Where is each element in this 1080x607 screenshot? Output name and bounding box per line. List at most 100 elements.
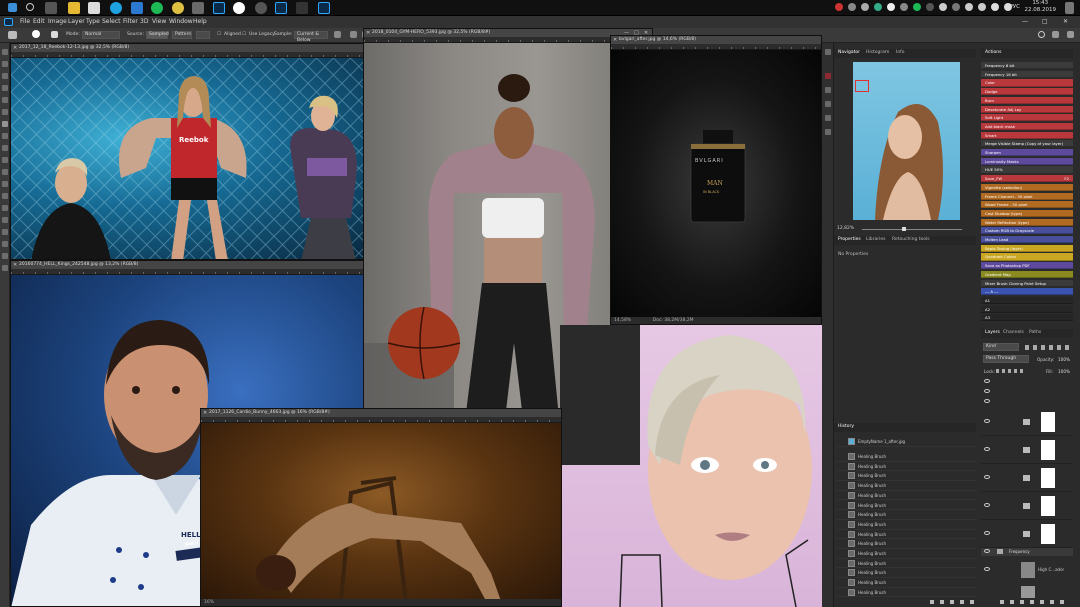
menu-filter[interactable]: Filter — [123, 18, 138, 25]
layer-row-small[interactable] — [981, 398, 1073, 406]
dodge-tool-icon[interactable] — [2, 193, 8, 199]
clone-stamp-tool-icon[interactable] — [2, 145, 8, 151]
tray-icon[interactable] — [887, 3, 895, 11]
layer-row-sublayer[interactable]: High C...ader — [981, 560, 1073, 580]
chrome-icon[interactable] — [172, 2, 184, 14]
skype-icon[interactable] — [110, 2, 122, 14]
hand-tool-icon[interactable] — [2, 253, 8, 259]
document-window-reebok[interactable]: 2017_12_18_Reebok-12-13.jpg @ 32,5% (RGB… — [10, 43, 388, 260]
menu-window[interactable]: Window — [169, 18, 193, 25]
tray-icon[interactable] — [926, 3, 934, 11]
close-document-icon[interactable]: ✕ — [203, 410, 207, 416]
menu-layer[interactable]: Layer — [68, 18, 85, 25]
tray-icon[interactable] — [835, 3, 843, 11]
tray-icon[interactable] — [939, 3, 947, 11]
tab-retouching-tools[interactable]: Retouching tools — [892, 237, 930, 242]
volume-icon[interactable] — [991, 3, 999, 11]
visibility-eye-icon[interactable] — [984, 389, 990, 393]
action-item[interactable]: Luminosity Masks — [981, 157, 1073, 165]
layer-row[interactable] — [981, 409, 1073, 436]
move-tool-icon[interactable] — [2, 49, 8, 55]
tray-icon[interactable] — [900, 3, 908, 11]
action-item[interactable]: --- A --- — [981, 288, 1073, 296]
zoom-tool-icon[interactable] — [2, 265, 8, 271]
action-item[interactable]: Custom RGB to Grayscale — [981, 227, 1073, 235]
menu-view[interactable]: View — [152, 18, 166, 25]
menu-image[interactable]: Image — [48, 18, 67, 25]
brush-preset-icon[interactable] — [32, 30, 40, 38]
type-tool-icon[interactable] — [2, 217, 8, 223]
info-icon[interactable] — [233, 2, 245, 14]
path-select-tool-icon[interactable] — [2, 229, 8, 235]
tray-icon[interactable] — [913, 3, 921, 11]
action-item[interactable]: A3 — [981, 314, 1073, 322]
healing-tool-icon[interactable] — [2, 121, 8, 127]
document-window-cardio[interactable]: 2017_1126_Cardio_Bunny_4663.jpg @ 16% (R… — [200, 408, 562, 607]
action-item[interactable]: Water Reflection (type) — [981, 218, 1073, 226]
history-footer-icons[interactable] — [930, 600, 974, 604]
layer-row[interactable] — [981, 493, 1073, 520]
action-item[interactable]: Quadrant Colors — [981, 253, 1073, 261]
document-title[interactable]: 2017_1126_Cardio_Bunny_4663.jpg @ 16% (R… — [201, 409, 561, 417]
tab-properties[interactable]: Properties — [838, 237, 861, 242]
navigator-view-box[interactable] — [855, 80, 869, 92]
portrait-photo[interactable] — [560, 325, 822, 607]
action-item[interactable]: Gradient Map — [981, 270, 1073, 278]
history-step[interactable]: Healing Brush — [836, 578, 976, 588]
layer-row-small[interactable] — [981, 388, 1073, 396]
close-document-icon[interactable]: ✕ — [366, 30, 370, 36]
action-item[interactable]: Frequency 8 bit — [981, 62, 1073, 70]
history-step[interactable]: Healing Brush — [836, 452, 976, 462]
history-step[interactable]: Healing Brush — [836, 520, 976, 530]
visibility-eye-icon[interactable] — [984, 419, 990, 423]
tab-histogram[interactable]: Histogram — [866, 50, 889, 55]
adjust-panel-icon[interactable] — [825, 101, 831, 107]
tab-info[interactable]: Info — [896, 50, 905, 55]
cardio-photo[interactable] — [201, 423, 561, 599]
tab-actions[interactable]: Actions — [985, 50, 1001, 55]
eyedropper-tool-icon[interactable] — [2, 109, 8, 115]
app-icon-2[interactable] — [192, 2, 204, 14]
history-step[interactable]: Healing Brush — [836, 471, 976, 482]
action-item[interactable]: Frequency 16 bit — [981, 70, 1073, 78]
tray-icon[interactable] — [952, 3, 960, 11]
navigator-zoom-slider[interactable] — [862, 227, 962, 231]
close-document-icon[interactable]: ✕ — [613, 37, 617, 43]
visibility-eye-icon[interactable] — [984, 503, 990, 507]
pressure-icon[interactable] — [350, 31, 357, 38]
layer-row[interactable] — [981, 437, 1073, 464]
action-item[interactable]: Desaturate Adj Lay — [981, 105, 1073, 113]
maximize-icon[interactable]: □ — [1042, 18, 1048, 25]
shape-tool-icon[interactable] — [2, 241, 8, 247]
tab-layers[interactable]: Layers — [985, 330, 1000, 335]
action-item[interactable]: Vignette (selection) — [981, 183, 1073, 191]
photoshop-icon[interactable] — [213, 2, 225, 14]
action-item[interactable]: Save_FW F2 — [981, 175, 1073, 183]
brush-panel-icon[interactable] — [825, 87, 831, 93]
opacity-value[interactable]: 100% — [1058, 357, 1070, 362]
visibility-eye-icon[interactable] — [984, 379, 990, 383]
tray-icon[interactable] — [848, 3, 856, 11]
tray-icon[interactable] — [874, 3, 882, 11]
action-item[interactable]: HUE 50% — [981, 166, 1073, 174]
tab-paths[interactable]: Paths — [1029, 330, 1041, 335]
action-item[interactable]: Merge Visible Stamp (Copy of your layer) — [981, 140, 1073, 148]
visibility-eye-icon[interactable] — [984, 447, 990, 451]
type-panel-icon[interactable] — [825, 115, 831, 121]
action-item[interactable]: Mixer Brush Cloning Paint Setup — [981, 279, 1073, 287]
lightroom-icon[interactable] — [275, 2, 287, 14]
lasso-tool-icon[interactable] — [2, 73, 8, 79]
aligned-checkbox[interactable]: ☐ — [217, 32, 221, 37]
document-title[interactable]: 2017_12_18_Reebok-12-13.jpg @ 32,5% (RGB… — [11, 44, 387, 52]
history-step[interactable]: Healing Brush — [836, 481, 976, 491]
layer-row-partial[interactable] — [981, 584, 1073, 598]
layer-group-row[interactable]: Frequency — [981, 548, 1073, 556]
visibility-eye-icon[interactable] — [984, 567, 990, 571]
davinci-icon[interactable] — [255, 2, 267, 14]
action-item[interactable]: Smart — [981, 131, 1073, 139]
history-step[interactable]: Healing Brush — [836, 530, 976, 540]
action-item[interactable]: Cast Shadow (type) — [981, 209, 1073, 218]
document-title[interactable]: 2018_0104_GYM-HERO_5393.jpg @ 32,5% (RGB… — [364, 29, 652, 37]
sample-select[interactable]: Current & Below — [294, 31, 328, 43]
action-item[interactable]: Dodge — [981, 88, 1073, 96]
